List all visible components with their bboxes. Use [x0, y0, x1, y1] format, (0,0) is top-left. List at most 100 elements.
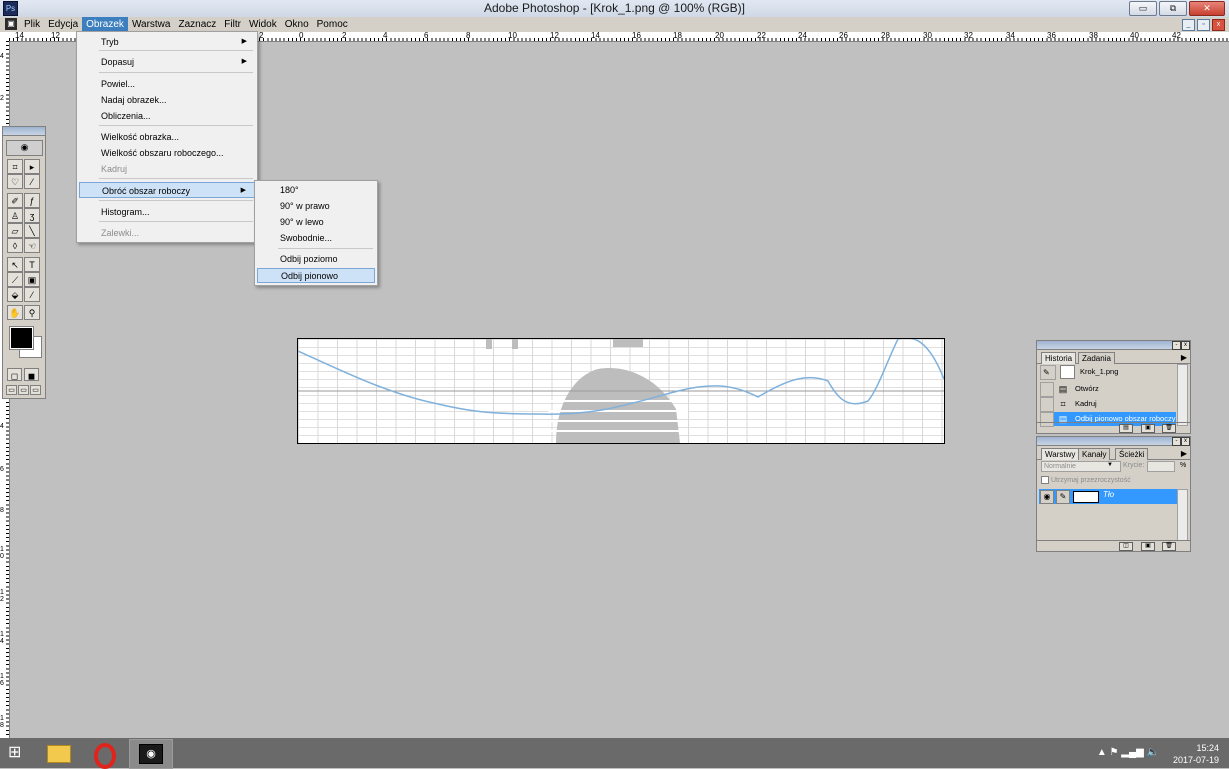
menu-1[interactable]: Edycja [44, 17, 82, 32]
taskbar-opera[interactable] [83, 739, 125, 769]
preserve-transparency-row[interactable]: Utrzymaj przezroczystość [1041, 476, 1131, 484]
clock[interactable]: 15:24 2017-07-19 [1173, 742, 1219, 766]
menu-0[interactable]: Plik [20, 17, 44, 32]
image-menu-item[interactable]: Tryb ▶ [79, 34, 255, 50]
delete-state-icon[interactable]: 🗑 [1162, 424, 1176, 433]
windows-start-icon[interactable]: ⊞ [8, 744, 28, 762]
chevron-down-icon[interactable]: ▼ [1107, 462, 1113, 468]
history-state-toggle[interactable]: ✎ [1040, 365, 1056, 380]
panel-menu-arrow-icon[interactable]: ▶ [1181, 449, 1187, 458]
standard-mode-icon[interactable]: ◻ [7, 368, 22, 381]
rotate-submenu-item[interactable]: Swobodnie... [257, 231, 375, 246]
image-menu-item[interactable]: Zalewki... [79, 225, 255, 241]
brush-icon[interactable]: ✎ [1056, 490, 1070, 504]
layer-mask-icon[interactable]: ◫ [1119, 542, 1133, 551]
pen-icon[interactable]: ↖ [7, 257, 23, 272]
move-icon[interactable]: ▸ [24, 159, 40, 174]
eyedropper-icon[interactable]: ⁄ [24, 287, 40, 302]
image-menu-item[interactable]: Dopasuj ▶ [79, 54, 255, 70]
tab-channels[interactable]: Kanały [1078, 448, 1111, 460]
crop-icon[interactable]: ⌗ [7, 159, 23, 174]
history-scrollbar[interactable] [1177, 364, 1188, 426]
quick-mask-mode-icon[interactable]: ◼ [24, 368, 39, 381]
smudge-icon[interactable]: ☜ [24, 238, 40, 253]
gradient-icon[interactable]: ▣ [24, 272, 40, 287]
rotate-submenu-item[interactable]: 180° [257, 183, 375, 198]
rotate-submenu-item[interactable]: Odbij pionowo [257, 268, 375, 283]
blur-icon[interactable]: ◊ [7, 238, 23, 253]
rotate-submenu-item[interactable]: Odbij poziomo [257, 252, 375, 267]
tab-history[interactable]: Historia [1041, 352, 1077, 364]
history-state-toggle[interactable] [1040, 382, 1054, 397]
history-brush-icon[interactable]: ʒ [24, 208, 40, 223]
screen-mode-standard-icon[interactable]: ▭ [6, 385, 17, 395]
panel-minimize-icon[interactable]: - [1172, 341, 1181, 350]
magic-wand-icon[interactable]: ⁄ [24, 174, 40, 189]
panel-minimize-icon[interactable]: - [1172, 437, 1181, 446]
menu-6[interactable]: Widok [245, 17, 281, 32]
delete-layer-icon[interactable]: 🗑 [1162, 542, 1176, 551]
taskbar-file-explorer[interactable] [37, 739, 79, 767]
line-icon[interactable]: ╲ [24, 223, 40, 238]
bucket-icon[interactable]: ⬙ [7, 287, 23, 302]
menu-8[interactable]: Pomoc [313, 17, 352, 32]
maximize-button[interactable]: ⧉ [1159, 1, 1187, 16]
minimize-button[interactable]: ▭ [1129, 1, 1157, 16]
taskbar-photoshop[interactable]: ◉ [129, 739, 173, 769]
airbrush-icon[interactable]: ✐ [7, 193, 23, 208]
history-state-toggle[interactable] [1040, 397, 1054, 412]
image-menu-item[interactable]: Obliczenia... [79, 108, 255, 124]
image-menu-item[interactable]: Wielkość obszaru roboczego... [79, 145, 255, 161]
rotate-submenu-item[interactable]: 90° w prawo [257, 199, 375, 214]
history-snapshot[interactable]: ✎ Krok_1.png [1040, 365, 1180, 380]
opacity-field[interactable] [1147, 461, 1175, 472]
history-panel-title-bar[interactable]: - x [1037, 341, 1190, 350]
menu-4[interactable]: Zaznacz [174, 17, 220, 32]
layers-scrollbar[interactable] [1177, 489, 1188, 541]
paintbrush-icon[interactable]: ƒ [24, 193, 40, 208]
tab-actions[interactable]: Zadania [1078, 352, 1115, 364]
measure-icon[interactable]: ⟋ [7, 272, 23, 287]
close-button[interactable]: ✕ [1189, 1, 1225, 16]
eye-visibility-icon[interactable]: ◉ [1040, 490, 1054, 504]
doc-minimize-icon[interactable]: _ [1182, 19, 1195, 31]
hand-icon[interactable]: ✋ [7, 305, 23, 320]
document-icon[interactable]: ▣ [5, 18, 17, 30]
zoom-icon[interactable]: ⚲ [24, 305, 40, 320]
eraser-icon[interactable]: ▱ [7, 223, 23, 238]
tab-layers[interactable]: Warstwy [1041, 448, 1080, 460]
image-menu-item[interactable]: Histogram... [79, 204, 255, 220]
menu-3[interactable]: Warstwa [128, 17, 175, 32]
panel-close-icon[interactable]: x [1181, 341, 1190, 350]
system-tray[interactable]: ▲ ⚑ ▂▄▆ 🔈 [1097, 747, 1159, 758]
doc-restore-icon[interactable]: ▫ [1197, 19, 1210, 31]
layer-row[interactable]: ◉ ✎ Tło [1039, 489, 1177, 504]
tab-paths[interactable]: Ścieżki [1115, 448, 1149, 460]
new-document-from-state-icon[interactable]: ▤ [1119, 424, 1133, 433]
image-menu-item[interactable]: Nadaj obrazek... [79, 92, 255, 108]
history-step[interactable]: ⌗ Kadruj [1040, 397, 1176, 412]
foreground-color-swatch[interactable] [9, 326, 34, 350]
doc-close-icon[interactable]: x [1212, 19, 1225, 31]
menu-2[interactable]: Obrazek [82, 17, 128, 32]
panel-close-icon[interactable]: x [1181, 437, 1190, 446]
document-canvas[interactable] [297, 338, 945, 444]
new-snapshot-icon[interactable]: ▣ [1141, 424, 1155, 433]
screen-mode-full-menu-icon[interactable]: ▭ [18, 385, 29, 395]
image-menu-item[interactable]: Kadruj [79, 161, 255, 177]
screen-mode-full-icon[interactable]: ▭ [30, 385, 41, 395]
toolbox-title-bar[interactable] [3, 127, 45, 136]
image-menu-item[interactable]: Wielkość obrazka... [79, 129, 255, 145]
preserve-transparency-checkbox[interactable] [1041, 476, 1049, 484]
lasso-icon[interactable]: ♡ [7, 174, 23, 189]
rotate-submenu-item[interactable]: 90° w lewo [257, 215, 375, 230]
panel-menu-arrow-icon[interactable]: ▶ [1181, 353, 1187, 362]
type-icon[interactable]: T [24, 257, 40, 272]
history-step[interactable]: ▤ Otwórz [1040, 382, 1176, 397]
image-menu-item[interactable]: Powiel... [79, 76, 255, 92]
eye-logo-icon[interactable]: ◉ [6, 140, 43, 156]
menu-7[interactable]: Okno [281, 17, 313, 32]
menu-5[interactable]: Filtr [220, 17, 245, 32]
new-layer-icon[interactable]: ▣ [1141, 542, 1155, 551]
stamp-icon[interactable]: ♙ [7, 208, 23, 223]
